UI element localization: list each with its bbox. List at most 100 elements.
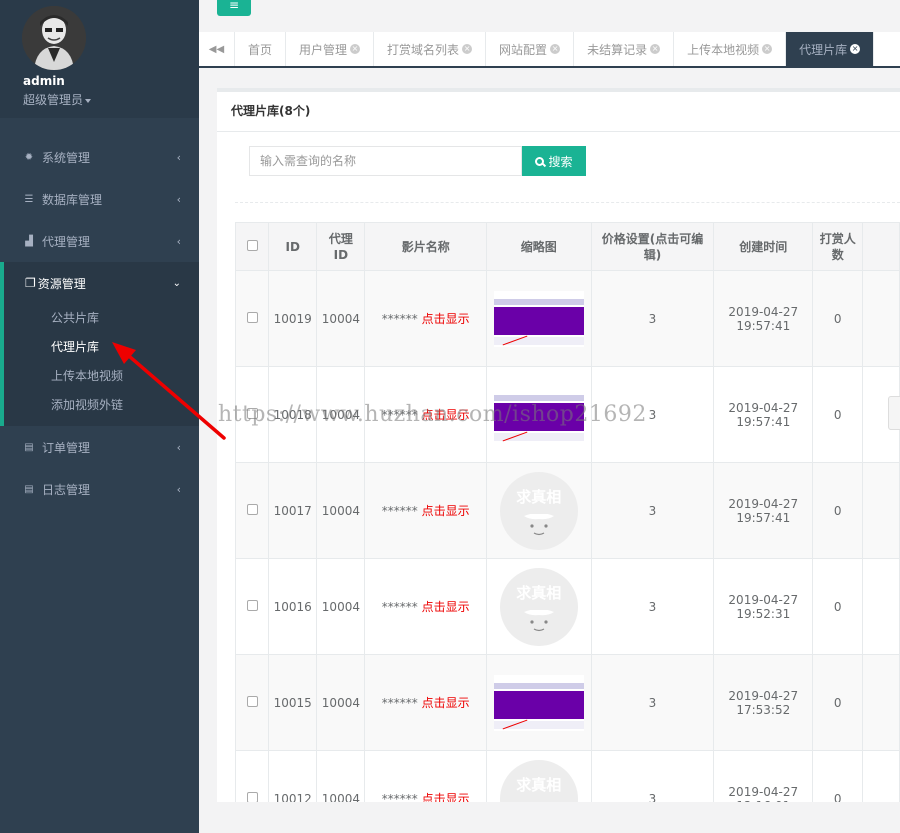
menu-toggle-button[interactable]: ≡ (217, 0, 251, 16)
chevron-left-icon: ‹ (176, 234, 181, 248)
tab-tip-domains[interactable]: 打赏域名列表 × (374, 32, 487, 66)
sidebar-item-database[interactable]: ☰ 数据库管理 ‹ (0, 178, 199, 220)
sidebar-item-resources-head[interactable]: ❐ 资源管理 ⌄ (4, 262, 199, 304)
cell-agent-id: 10004 (316, 654, 366, 751)
masked-name: ****** (381, 792, 418, 802)
card-icon: ▤ (24, 441, 34, 453)
row-select-cell (234, 558, 270, 655)
cell-movie-name: ****** 点击显示 (364, 654, 487, 751)
show-name-link[interactable]: 点击显示 (422, 504, 470, 518)
thumbnail-placeholder-image[interactable]: 求真相 (499, 567, 578, 646)
sidebar-item-label: 订单管理 (42, 440, 91, 455)
cell-movie-name: ****** 点击显示 (364, 558, 487, 655)
edge-button[interactable] (888, 396, 900, 430)
sidebar-item-system[interactable]: ✹ 系统管理 ‹ (0, 136, 199, 178)
tab-user-management[interactable]: 用户管理 × (286, 32, 375, 66)
cell-price[interactable]: 3 (590, 270, 715, 367)
created-time: 19:57:41 (736, 510, 791, 525)
cell-created-time: 2019-04-27 19:57:41 (713, 462, 814, 559)
tab-scroll-left-button[interactable]: ◀◀ (199, 32, 235, 66)
tab-unsettled-records[interactable]: 未结算记录 × (574, 32, 675, 66)
thumbnail-placeholder-image[interactable]: 求真相 (499, 759, 578, 802)
thumbnail-image[interactable] (493, 674, 584, 731)
header-actions (862, 222, 900, 271)
row-checkbox[interactable] (246, 311, 258, 323)
cell-price[interactable]: 3 (590, 750, 715, 802)
cell-price[interactable]: 3 (590, 654, 715, 751)
table-row[interactable]: 10017 10004 ****** 点击显示 求真相 3 2019-04-27 19:57… (234, 462, 900, 559)
user-role-dropdown[interactable]: 超级管理员 (23, 91, 92, 108)
cell-id: 10016 (268, 558, 318, 655)
table-row[interactable]: 10015 10004 ****** 点击显示 3 2019-04-27 17:53:52… (234, 654, 900, 751)
close-icon[interactable]: × (762, 44, 773, 54)
cell-id: 10017 (268, 462, 318, 559)
avatar[interactable] (22, 6, 86, 70)
row-checkbox[interactable] (246, 599, 258, 611)
chevron-left-icon: ‹ (176, 482, 181, 496)
row-select-cell (234, 462, 270, 559)
sidebar-item-agent[interactable]: ▟ 代理管理 ‹ (0, 220, 199, 262)
search-button-label: 搜索 (548, 154, 573, 169)
tab-site-config[interactable]: 网站配置 × (486, 32, 575, 66)
submenu-public-library[interactable]: 公共片库 (4, 304, 199, 333)
created-time: 19:57:41 (736, 318, 791, 333)
cell-actions (862, 654, 900, 751)
username: admin (23, 74, 65, 88)
show-name-link[interactable]: 点击显示 (422, 792, 470, 802)
select-all-checkbox[interactable] (246, 239, 258, 251)
cell-tip-count: 0 (812, 462, 864, 559)
cell-thumbnail: 求真相 (485, 750, 592, 802)
row-select-cell (234, 750, 270, 802)
created-date: 2019-04-27 (728, 592, 799, 607)
cell-id: 10012 (268, 750, 318, 802)
cell-actions (862, 270, 900, 367)
tab-home[interactable]: 首页 (235, 32, 287, 66)
cell-price[interactable]: 3 (590, 462, 715, 559)
show-name-link[interactable]: 点击显示 (422, 696, 470, 710)
cell-price[interactable]: 3 (590, 558, 715, 655)
sidebar-nav: ✹ 系统管理 ‹ ☰ 数据库管理 ‹ ▟ 代理管理 ‹ ❐ 资源管理 ⌄ 公共片… (0, 136, 199, 510)
cell-created-time: 2019-04-27 19:57:41 (713, 270, 814, 367)
created-time: 12:16:01 (736, 799, 790, 803)
tab-label: 用户管理 (299, 42, 348, 57)
close-icon[interactable]: × (350, 44, 361, 54)
table-row[interactable]: 1001210004****** 点击显示求真相32019-04-2712:16… (234, 750, 900, 803)
sidebar-item-label: 系统管理 (42, 150, 91, 165)
tab-agent-library[interactable]: 代理片库 × (786, 32, 875, 66)
sidebar-item-logs[interactable]: ▤ 日志管理 ‹ (0, 468, 199, 510)
cell-actions (862, 462, 900, 559)
close-icon[interactable]: × (650, 44, 661, 54)
close-icon[interactable]: × (462, 44, 473, 54)
tab-upload-video[interactable]: 上传本地视频 × (674, 32, 787, 66)
search-input[interactable] (249, 146, 522, 176)
table-row[interactable]: 10016 10004 ****** 点击显示 求真相 3 2019-04-27 19:52… (234, 558, 900, 655)
tab-bar: ◀◀ 首页 用户管理 × 打赏域名列表 × 网站配置 × 未结算记录 × 上传本地视频 ×… (199, 32, 900, 68)
tab-label: 打赏域名列表 (387, 42, 460, 57)
users-icon: ▟ (25, 235, 33, 247)
thumbnail-placeholder-image[interactable]: 求真相 (499, 471, 578, 550)
row-checkbox[interactable] (246, 695, 258, 707)
created-date: 2019-04-27 (728, 784, 799, 799)
row-checkbox[interactable] (246, 791, 258, 802)
header-agent-id: 代理ID (316, 222, 366, 271)
cell-thumbnail (485, 654, 592, 751)
cell-agent-id: 10004 (316, 558, 366, 655)
header-select-all[interactable] (234, 222, 270, 271)
show-name-link[interactable]: 点击显示 (422, 600, 470, 614)
close-icon[interactable]: × (550, 44, 561, 54)
show-name-link[interactable]: 点击显示 (422, 312, 470, 326)
search-button[interactable]: 搜索 (522, 146, 586, 176)
table-header-row: ID 代理ID 影片名称 缩略图 价格设置(点击可编辑) 创建时间 打赏人数 (234, 222, 900, 271)
sidebar-item-label: 代理管理 (42, 234, 91, 249)
chevron-down-icon: ⌄ (172, 277, 181, 289)
cell-agent-id: 10004 (316, 270, 366, 367)
thumbnail-image[interactable] (493, 290, 584, 347)
close-icon[interactable]: × (850, 44, 861, 54)
cell-id: 10015 (268, 654, 318, 751)
table-row[interactable]: 10019 10004 ****** 点击显示 3 2019-04-27 19:57:41… (234, 270, 900, 367)
row-checkbox[interactable] (246, 503, 258, 515)
divider (235, 202, 900, 203)
search-icon (535, 156, 545, 166)
cell-tip-count: 0 (812, 270, 864, 367)
cell-tip-count: 0 (812, 654, 864, 751)
